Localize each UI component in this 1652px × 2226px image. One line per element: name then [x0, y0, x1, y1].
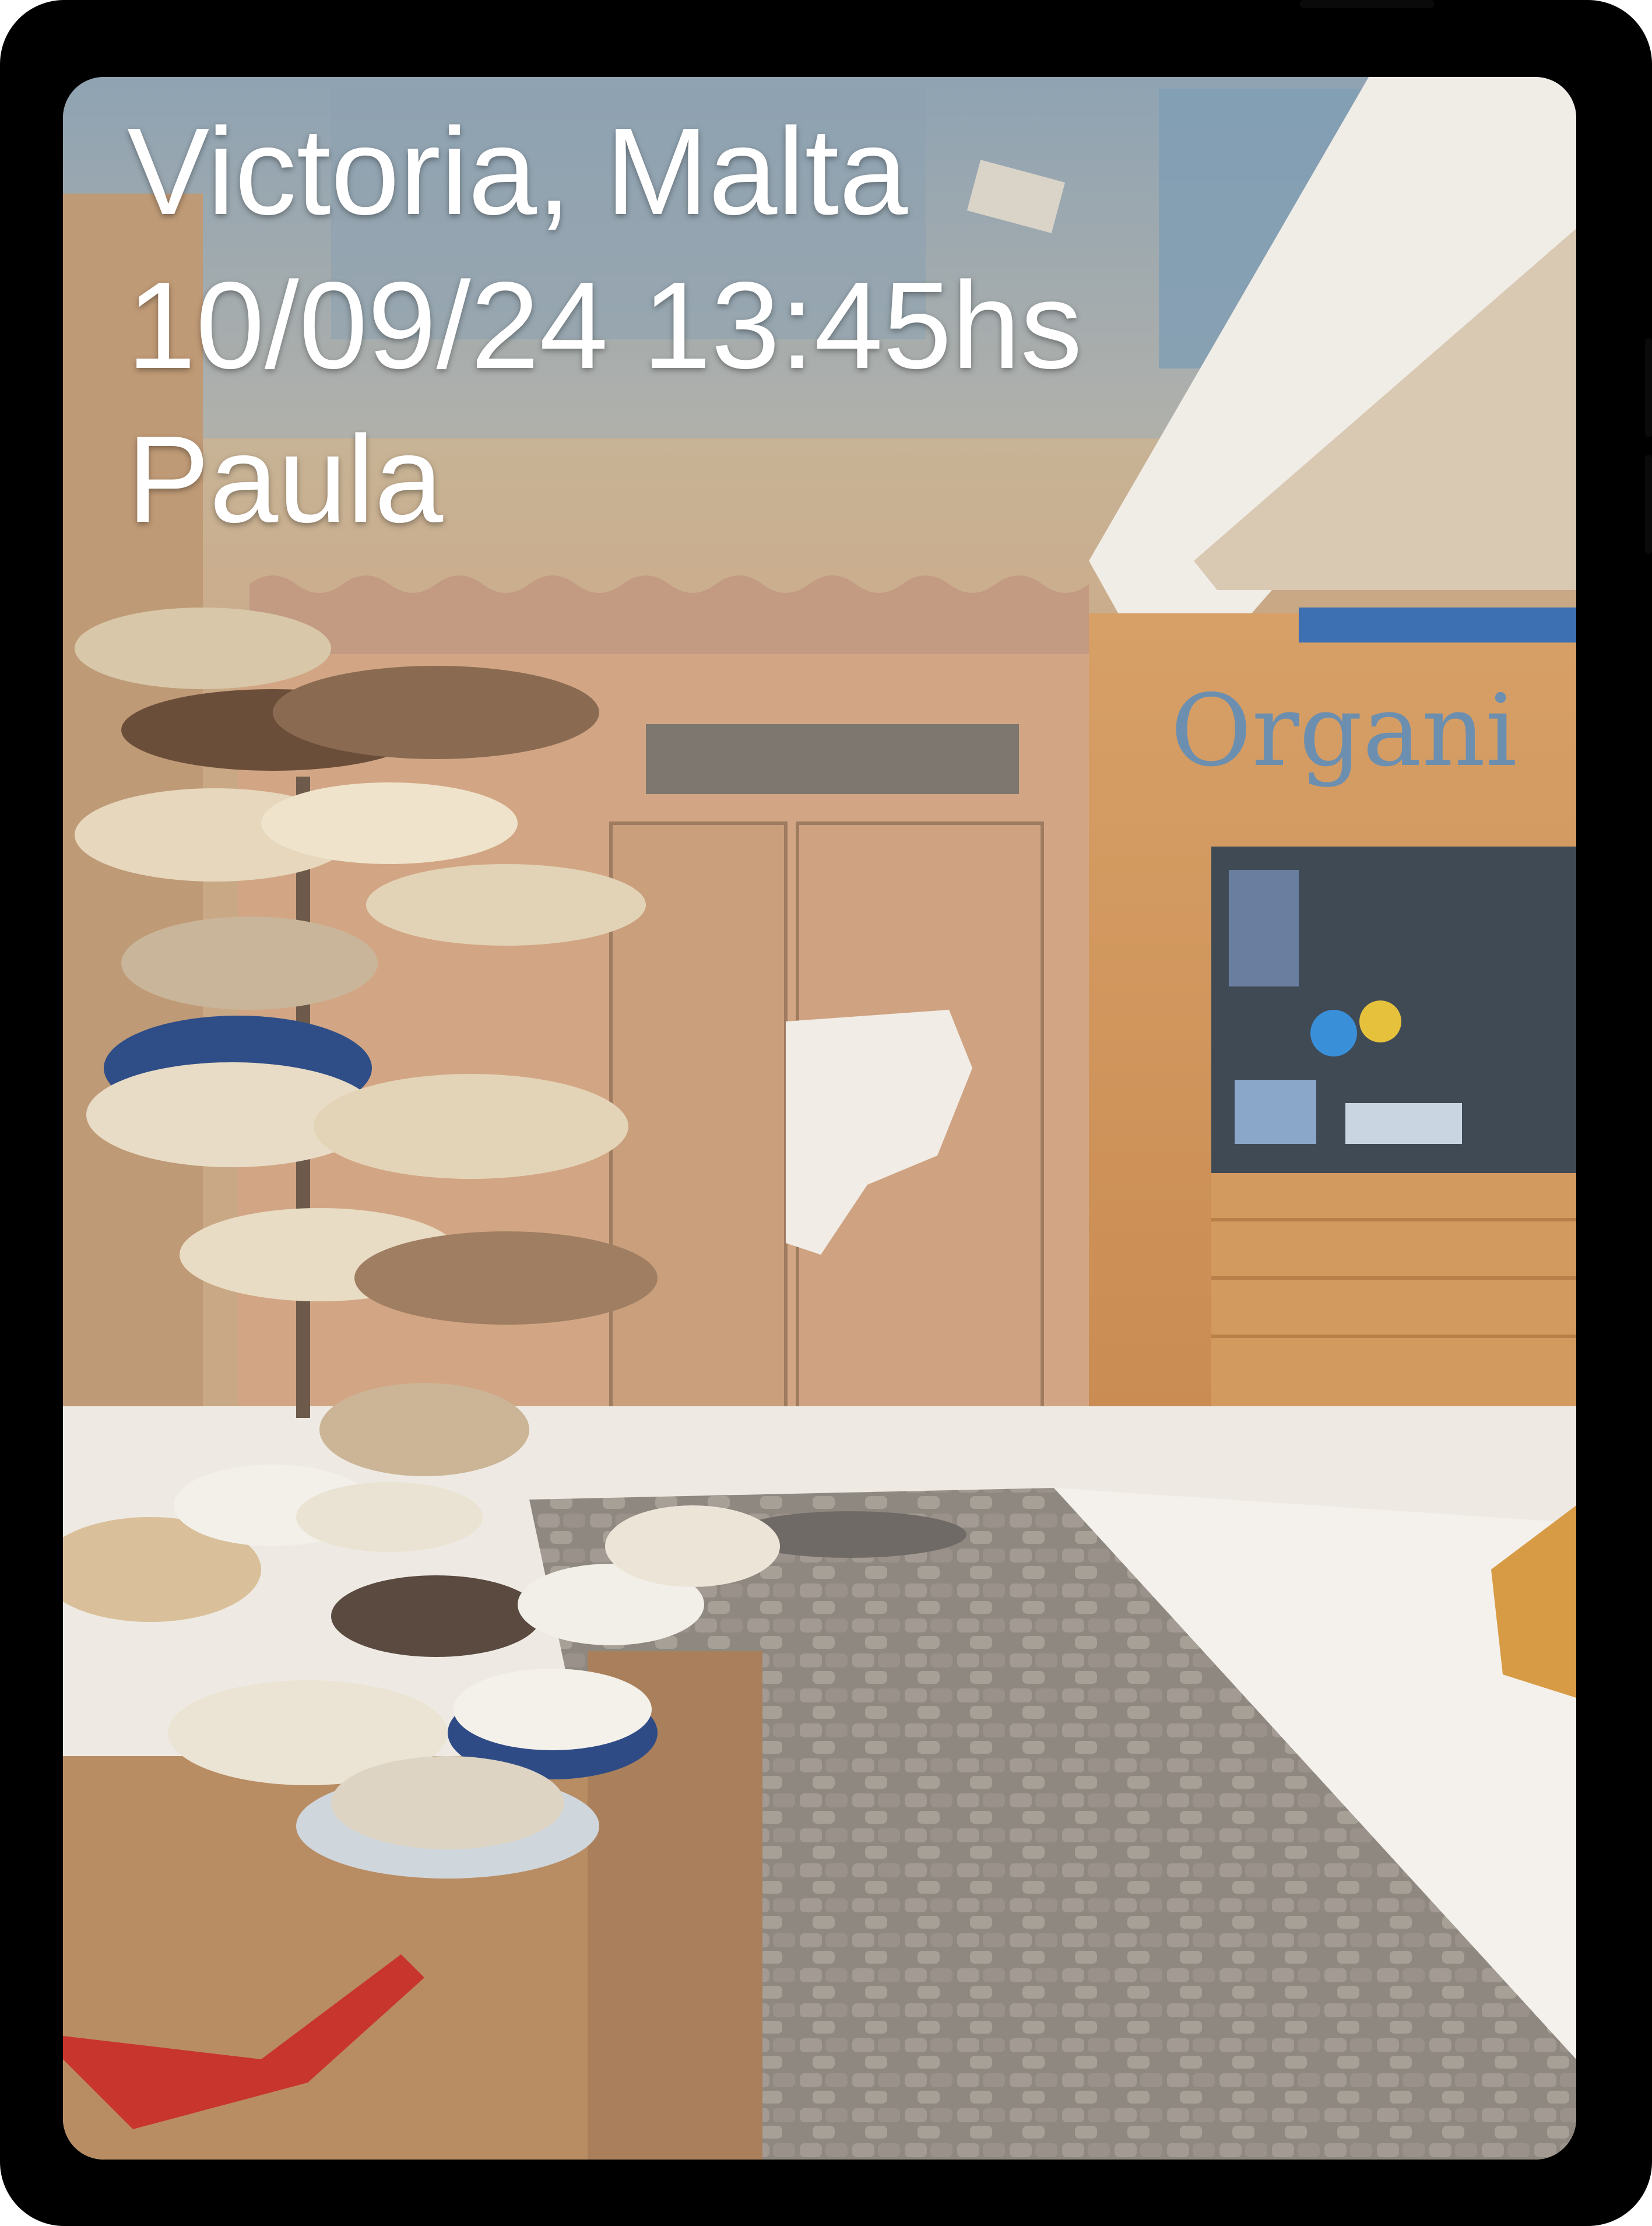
power-button — [1300, 0, 1434, 8]
volume-down-button — [1645, 455, 1652, 554]
photo-viewer-screen[interactable]: Organi Victoria, Malta 10/09/24 13:45hs … — [63, 77, 1576, 2160]
volume-up-button — [1645, 338, 1652, 437]
author-text: Paula — [127, 410, 444, 548]
tablet-device-frame: Organi Victoria, Malta 10/09/24 13:45hs … — [0, 0, 1652, 2226]
datetime-text: 10/09/24 13:45hs — [127, 256, 1082, 394]
organic-shop-sign: Organi — [1171, 673, 1517, 789]
location-text: Victoria, Malta — [127, 102, 908, 240]
photo-caption-overlay: Victoria, Malta 10/09/24 13:45hs Paula — [127, 94, 1082, 556]
